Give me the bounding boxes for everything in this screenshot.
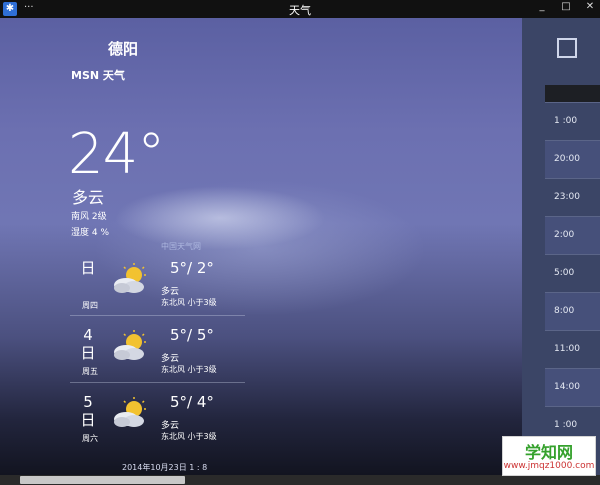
time-item[interactable]: 1 :00 [545, 102, 600, 140]
forecast-weekday: 周五 [82, 367, 98, 376]
current-wind: 南风 2级 [71, 212, 107, 222]
source-label: MSN 天气 [71, 69, 125, 82]
forecast-condition: 多云 [161, 354, 180, 364]
sidebar-header-bar [545, 85, 600, 102]
forecast-weekday: 周六 [82, 434, 98, 443]
city-name: 德阳 [108, 40, 139, 58]
time-item[interactable]: 2:00 [545, 216, 600, 254]
forecast-day[interactable]: 4 日 周五 5°/ 5° 多云 东北风 小于3级 [70, 322, 245, 383]
scrollbar-thumb[interactable] [20, 476, 185, 484]
forecast-wind: 东北风 小于3级 [161, 432, 217, 441]
forecast-date: 5 日 [80, 393, 96, 429]
forecast-condition: 多云 [161, 421, 180, 431]
watermark-title: 学知网 [524, 443, 573, 462]
last-updated: 2014年10月23日 1 : 8 [122, 463, 208, 472]
site-watermark: 学知网 www.jmqz1000.com [502, 436, 596, 476]
partly-cloudy-icon [110, 328, 150, 368]
forecast-date: 日 [80, 259, 96, 277]
time-item[interactable]: 5:00 [545, 254, 600, 292]
title-bar: ✱ ··· 天气 _ □ ✕ [0, 0, 600, 18]
forecast-temps: 5°/ 2° [170, 259, 214, 277]
hourly-time-list: 1 :00 20:00 23:00 2:00 5:00 8:00 11:00 1… [545, 102, 600, 444]
time-item[interactable]: 23:00 [545, 178, 600, 216]
minimize-button[interactable]: _ [536, 1, 548, 12]
current-humidity: 湿度 4 % [71, 228, 109, 238]
forecast-wind: 东北风 小于3级 [161, 365, 217, 374]
partly-cloudy-icon [110, 395, 150, 435]
pin-icon[interactable] [557, 38, 577, 58]
horizontal-scrollbar[interactable] [0, 475, 600, 485]
forecast-weekday: 周四 [82, 301, 98, 310]
window-controls: _ □ ✕ [536, 1, 596, 12]
current-temperature: 24° [68, 122, 165, 187]
partly-cloudy-icon [110, 261, 150, 301]
forecast-date: 4 日 [80, 326, 96, 362]
forecast-day[interactable]: 5 日 周六 5°/ 4° 多云 东北风 小于3级 [70, 389, 245, 449]
forecast-condition: 多云 [161, 287, 180, 297]
current-condition: 多云 [72, 188, 105, 207]
time-item[interactable]: 14:00 [545, 368, 600, 406]
window-title: 天气 [289, 4, 311, 17]
close-button[interactable]: ✕ [584, 1, 596, 12]
time-item[interactable]: 20:00 [545, 140, 600, 178]
time-item[interactable]: 8:00 [545, 292, 600, 330]
forecast-temps: 5°/ 5° [170, 326, 214, 344]
maximize-button[interactable]: □ [560, 1, 572, 12]
data-provider-link[interactable]: 中国天气网 [161, 241, 201, 252]
forecast-day[interactable]: 日 周四 5°/ 2° 多云 东北风 小于3级 [70, 255, 245, 316]
time-item[interactable]: 11:00 [545, 330, 600, 368]
forecast-wind: 东北风 小于3级 [161, 298, 217, 307]
forecast-temps: 5°/ 4° [170, 393, 214, 411]
watermark-url: www.jmqz1000.com [503, 461, 595, 471]
